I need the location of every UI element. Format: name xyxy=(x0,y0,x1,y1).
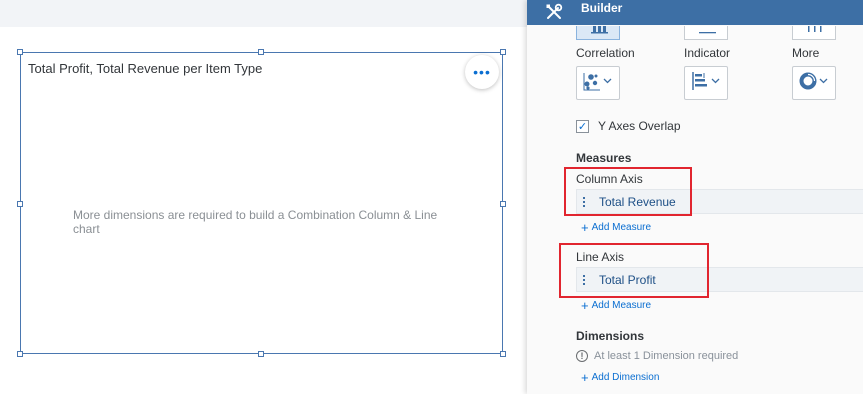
warning-icon: ! xyxy=(576,350,588,362)
empty-chart-message: More dimensions are required to build a … xyxy=(73,208,438,236)
dimensions-title: Dimensions xyxy=(576,329,645,343)
chart-type-label-indicator: Indicator xyxy=(684,46,731,60)
story-canvas: Total Profit, Total Revenue per Item Typ… xyxy=(0,0,527,394)
chart-type-label-correlation: Correlation xyxy=(576,46,635,60)
dimension-required-row: ! At least 1 Dimension required xyxy=(576,350,738,362)
y-axes-overlap-row[interactable]: ✓ Y Axes Overlap xyxy=(576,119,681,133)
add-measure-column-label: Add Measure xyxy=(591,222,652,233)
dimension-required-text: At least 1 Dimension required xyxy=(594,350,739,362)
line-axis-measure-token[interactable]: Total Profit xyxy=(576,267,863,292)
donut-chart-icon xyxy=(798,71,830,96)
resize-handle-bottom-left[interactable] xyxy=(17,351,23,357)
add-dimension-label: Add Dimension xyxy=(591,372,660,383)
canvas-top-strip xyxy=(0,0,527,27)
resize-handle-bottom[interactable] xyxy=(258,351,264,357)
drag-handle-icon[interactable] xyxy=(583,196,586,207)
column-axis-measure-token[interactable]: Total Revenue xyxy=(576,189,863,214)
column-axis-label: Column Axis xyxy=(576,172,643,186)
resize-handle-bottom-right[interactable] xyxy=(500,351,506,357)
builder-header: Builder xyxy=(527,0,863,25)
builder-panel: Builder Correlation Indicator More ✓ Y A… xyxy=(527,0,863,394)
column-axis-measure-value: Total Revenue xyxy=(599,194,676,209)
bubble-chart-icon xyxy=(582,71,614,96)
plus-icon: + xyxy=(581,369,589,385)
checkmark-icon: ✓ xyxy=(577,120,588,133)
y-axes-overlap-checkbox[interactable]: ✓ xyxy=(576,119,589,133)
builder-title: Builder xyxy=(581,1,623,15)
tools-icon xyxy=(545,3,563,26)
add-measure-line-link[interactable]: + Add Measure xyxy=(581,297,652,313)
resize-handle-top-right[interactable] xyxy=(500,49,506,55)
widget-title: Total Profit, Total Revenue per Item Typ… xyxy=(28,61,263,76)
add-measure-column-link[interactable]: + Add Measure xyxy=(581,219,652,235)
add-dimension-link[interactable]: + Add Dimension xyxy=(581,369,660,385)
more-actions-button[interactable]: ••• xyxy=(465,55,499,89)
correlation-chart-button[interactable] xyxy=(576,66,620,100)
y-axes-overlap-label: Y Axes Overlap xyxy=(598,119,681,133)
resize-handle-top-left[interactable] xyxy=(17,49,23,55)
line-axis-measure-value: Total Profit xyxy=(599,272,656,287)
chart-type-label-more: More xyxy=(792,46,820,60)
chart-widget[interactable]: Total Profit, Total Revenue per Item Typ… xyxy=(17,49,506,357)
indicator-chart-button[interactable] xyxy=(684,66,728,100)
plus-icon: + xyxy=(581,219,589,235)
resize-handle-left[interactable] xyxy=(17,201,23,207)
resize-handle-top[interactable] xyxy=(258,49,264,55)
plus-icon: + xyxy=(581,297,589,313)
measures-title: Measures xyxy=(576,151,632,165)
drag-handle-icon[interactable] xyxy=(583,274,586,285)
indicator-bar-chart-icon xyxy=(690,71,722,96)
add-measure-line-label: Add Measure xyxy=(591,300,652,311)
chart-type-trend-tile[interactable] xyxy=(684,26,728,40)
chart-type-comparison-tile[interactable] xyxy=(576,26,620,40)
resize-handle-right[interactable] xyxy=(500,201,506,207)
line-axis-label: Line Axis xyxy=(576,250,625,264)
more-chart-types-button[interactable] xyxy=(792,66,836,100)
chart-type-distribution-tile[interactable] xyxy=(792,26,836,40)
